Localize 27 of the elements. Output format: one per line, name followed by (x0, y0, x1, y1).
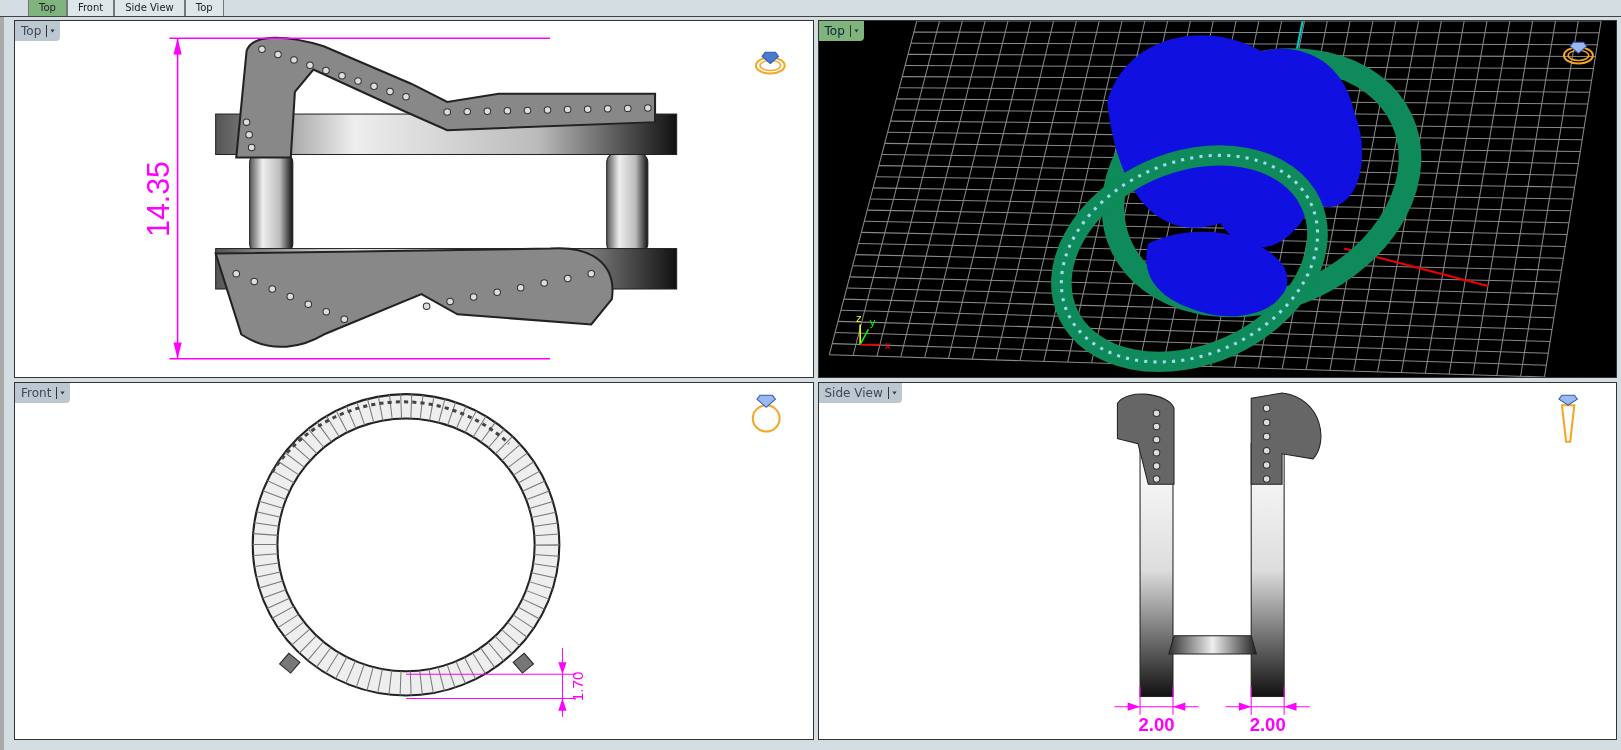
viewport[interactable]: Top z y x (817, 20, 1617, 378)
view-tab[interactable]: Side View (114, 0, 185, 16)
caret-icon (849, 25, 860, 37)
dimension-label: 2.00 (1249, 714, 1286, 735)
viewport[interactable]: Front 1.70 (14, 382, 814, 740)
axis-label: y (868, 317, 875, 329)
caret-icon (46, 25, 57, 37)
viewport-label[interactable]: Side View (818, 383, 902, 403)
caret-icon (56, 387, 67, 399)
viewport[interactable]: Top 14.35 (14, 20, 814, 378)
viewport-label[interactable]: Front (15, 383, 71, 403)
viewport-label[interactable]: Top (818, 21, 864, 41)
ring-icon (1557, 394, 1578, 443)
caret-icon (887, 387, 898, 399)
ring-icon (754, 51, 786, 75)
axis-label: x (884, 339, 891, 351)
view-tab[interactable]: Top (28, 0, 67, 16)
viewport-label[interactable]: Top (15, 21, 61, 41)
view-tab[interactable]: Front (66, 0, 115, 16)
axis-label: z (855, 313, 861, 325)
ring-icon (751, 394, 781, 433)
view-tab[interactable]: Top (184, 0, 224, 16)
dimension-label: 2.00 (1138, 714, 1175, 735)
dimension-label: 14.35 (141, 161, 176, 237)
dimension-label: 1.70 (568, 671, 587, 702)
ring-icon (1562, 41, 1594, 65)
viewport[interactable]: Side View 2.00 2.00 (817, 382, 1617, 740)
